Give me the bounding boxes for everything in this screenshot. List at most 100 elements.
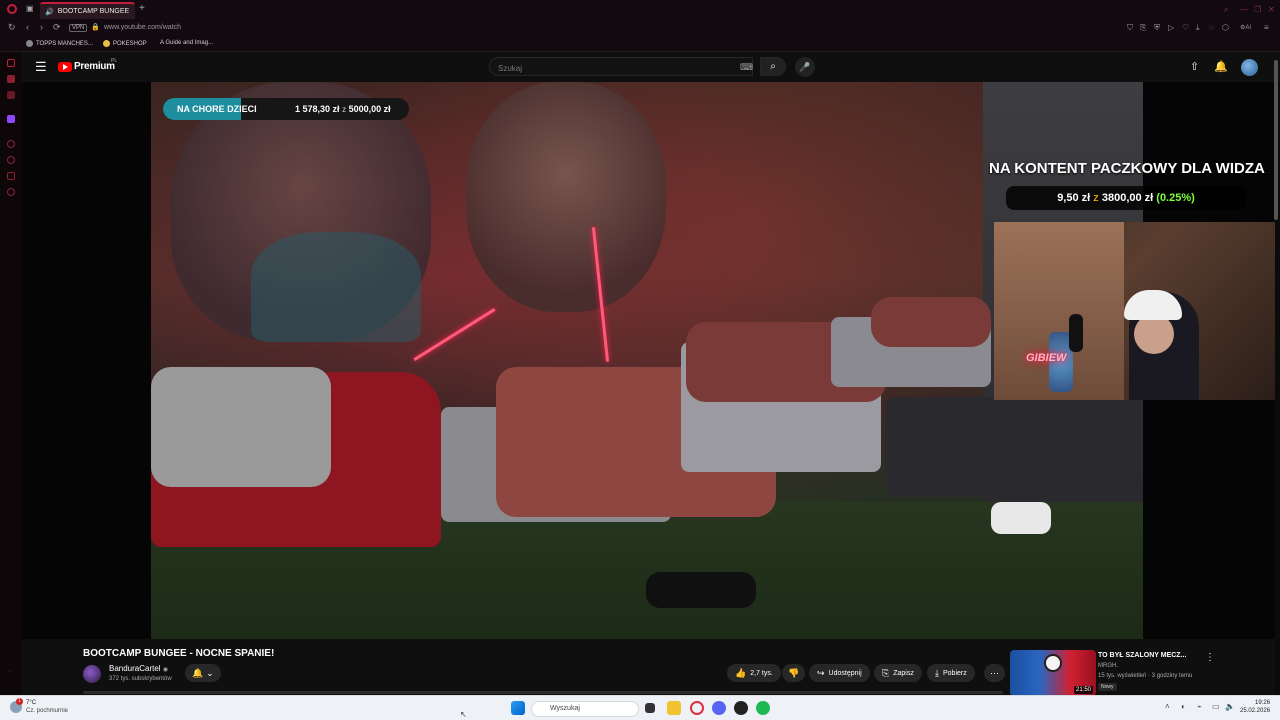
recommended-title[interactable]: TO BYŁ SZALONY MECZ... [1098,652,1186,659]
system-clock[interactable]: 19:26 25.02.2026 [1240,699,1270,715]
neon-sign: GIBIEW [1026,352,1067,364]
share-button[interactable]: ↪ Udostępnij [809,664,870,682]
tab-menu-icon[interactable]: ▣ [26,4,34,13]
audio-playing-icon[interactable]: 🔊 [45,8,54,16]
tray-display-icon[interactable]: ▭ [1212,702,1220,711]
file-explorer-icon[interactable] [667,701,681,715]
minimize-button[interactable]: — [1240,5,1248,14]
more-actions-button[interactable]: ⋯ [984,664,1005,682]
video-player[interactable]: NA CHORE DZIECI 1 578,30 zł z 5000,00 zł… [22,82,1275,639]
search-tabs-icon[interactable]: ⌕ [1224,5,1228,15]
goal-percent: (0.25%) [1156,192,1195,204]
donation-goal: 5000,00 zł [348,104,391,114]
search-input[interactable] [490,60,720,77]
dislike-button[interactable]: 👎 [782,664,806,682]
new-badge: Nowy [1098,683,1117,691]
clock-time: 19:26 [1255,700,1271,706]
tab-youtube[interactable]: 🔊 BOOTCAMP BUNGEE [40,2,135,19]
heart-icon[interactable]: ♡ [1182,23,1189,32]
goal-amount: 9,50 zł z 3800,00 zł (0.25%) [1006,186,1246,210]
tray-network-icon[interactable]: ⌁ [1197,702,1202,711]
sidebar-send-icon[interactable] [7,172,15,180]
description-divider [83,691,1003,694]
channel-avatar[interactable] [83,665,101,683]
keyboard-icon[interactable]: ⌨ [740,62,753,73]
url-field[interactable]: www.youtube.com/watch [104,24,181,31]
browser-tab-strip: ▣ 🔊 BOOTCAMP BUNGEE + ⌕ — ❐ ✕ [0,0,1280,20]
goal-sep: z [1093,192,1099,204]
like-button[interactable]: 👍 2,7 tys. [727,664,781,682]
task-view-icon[interactable] [645,703,655,713]
weather-temperature[interactable]: 7°C [26,700,36,706]
download-button[interactable]: ⤓ Pobierz [927,664,975,682]
youtube-logo-icon[interactable] [58,62,72,72]
bookmark-item[interactable]: TOPPS MANCHES... [26,40,93,47]
sidebar-clock-icon[interactable] [7,156,15,164]
youtube-premium-label[interactable]: Premium [74,61,115,72]
tray-app-icon[interactable]: ◐ [1181,702,1186,711]
maximize-button[interactable]: ❐ [1254,5,1261,14]
windows-start-icon[interactable] [511,701,525,715]
bookmark-icon[interactable]: ⛉ [1127,23,1133,33]
search-button[interactable]: ⌕ [760,57,786,76]
sidebar-messenger-icon[interactable] [7,75,15,83]
download-icon[interactable]: ⤓ [1196,23,1200,33]
taskbar-search[interactable]: Wyszukaj [531,701,639,717]
bookmark-label: A Guide and Imag... [160,40,214,46]
notifications-bell-icon[interactable]: 🔔 [1214,60,1228,73]
chat-icon[interactable]: ◌ [1209,23,1214,32]
save-button[interactable]: ⎘ Zapisz [874,664,922,682]
donation-current: 1 578,30 zł [295,104,340,114]
snapshot-icon[interactable]: ⎘ [1140,23,1146,33]
tray-expand-icon[interactable]: ˄ [1165,702,1170,711]
page-scrollbar[interactable] [1274,60,1278,220]
sidebar-ai-icon[interactable] [7,59,15,67]
save-icon: ⎘ [882,667,890,678]
recommended-thumbnail[interactable]: 21:50 [1010,650,1096,696]
lock-icon: 🔒 [91,24,100,31]
opera-logo-icon[interactable] [7,4,17,14]
voice-search-button[interactable]: 🎤 [795,57,815,77]
bookmark-item[interactable]: A Guide and Imag... [160,40,213,46]
bookmark-item[interactable]: POKESHOP [103,40,147,47]
shield-icon[interactable]: ⛨ [1154,23,1160,33]
discord-icon[interactable] [712,701,726,715]
reload-sidebar-icon[interactable]: ↻ [8,22,16,33]
sidebar-settings-icon[interactable] [7,188,15,196]
vpn-badge[interactable]: VPN [69,24,88,32]
recommended-more-icon[interactable]: ⋮ [1205,652,1215,663]
subscriber-count: 372 tys. subskrybentów [109,676,172,682]
spotify-icon[interactable] [756,701,770,715]
donation-sep: z [342,105,347,114]
more-icon: ⋯ [990,667,999,678]
easy-setup-icon[interactable]: ≡ [1264,23,1269,32]
windows-taskbar: 1 7°C Cz. pochmurnie ↖ ⌕ Wyszukaj ˄ ◐ ⌁ … [0,695,1280,720]
bookmark-label: TOPPS MANCHES... [36,40,93,47]
upload-icon[interactable]: ⇧ [1190,60,1199,73]
weather-description[interactable]: Cz. pochmurnie [26,708,68,714]
sidebar-history-icon[interactable] [7,140,15,148]
close-window-button[interactable]: ✕ [1268,5,1275,14]
thumbs-up-icon: 👍 [735,667,747,678]
aria-ai-button[interactable]: ⚙AI [1240,24,1251,31]
sidebar-tiktok-icon[interactable] [7,91,15,99]
channel-name[interactable]: BanduraCartel ◉ [109,664,168,673]
share-icon: ↪ [817,667,825,678]
user-avatar[interactable] [1241,59,1258,76]
new-tab-button[interactable]: + [139,3,145,14]
tray-volume-icon[interactable]: 🔈 [1225,702,1235,711]
reload-button[interactable]: ⟳ [53,22,61,33]
subscription-bell-button[interactable]: 🔔 ⌄ [185,664,221,682]
forward-button[interactable]: › [40,22,43,32]
recommended-channel[interactable]: MRGH. [1098,663,1118,669]
menu-icon[interactable]: ☰ [35,60,47,73]
donation-label: NA CHORE DZIECI [177,104,257,114]
opera-gx-icon[interactable] [690,701,704,715]
sidebar-more-icon[interactable]: ⋯ [7,668,15,676]
tab-title: BOOTCAMP BUNGEE [57,8,130,15]
sidebar-twitch-icon[interactable] [7,115,15,123]
back-button[interactable]: ‹ [26,22,29,32]
player-icon[interactable]: ▷ [1168,23,1174,32]
app-icon[interactable] [734,701,748,715]
extensions-icon[interactable]: ⬡ [1222,23,1229,32]
